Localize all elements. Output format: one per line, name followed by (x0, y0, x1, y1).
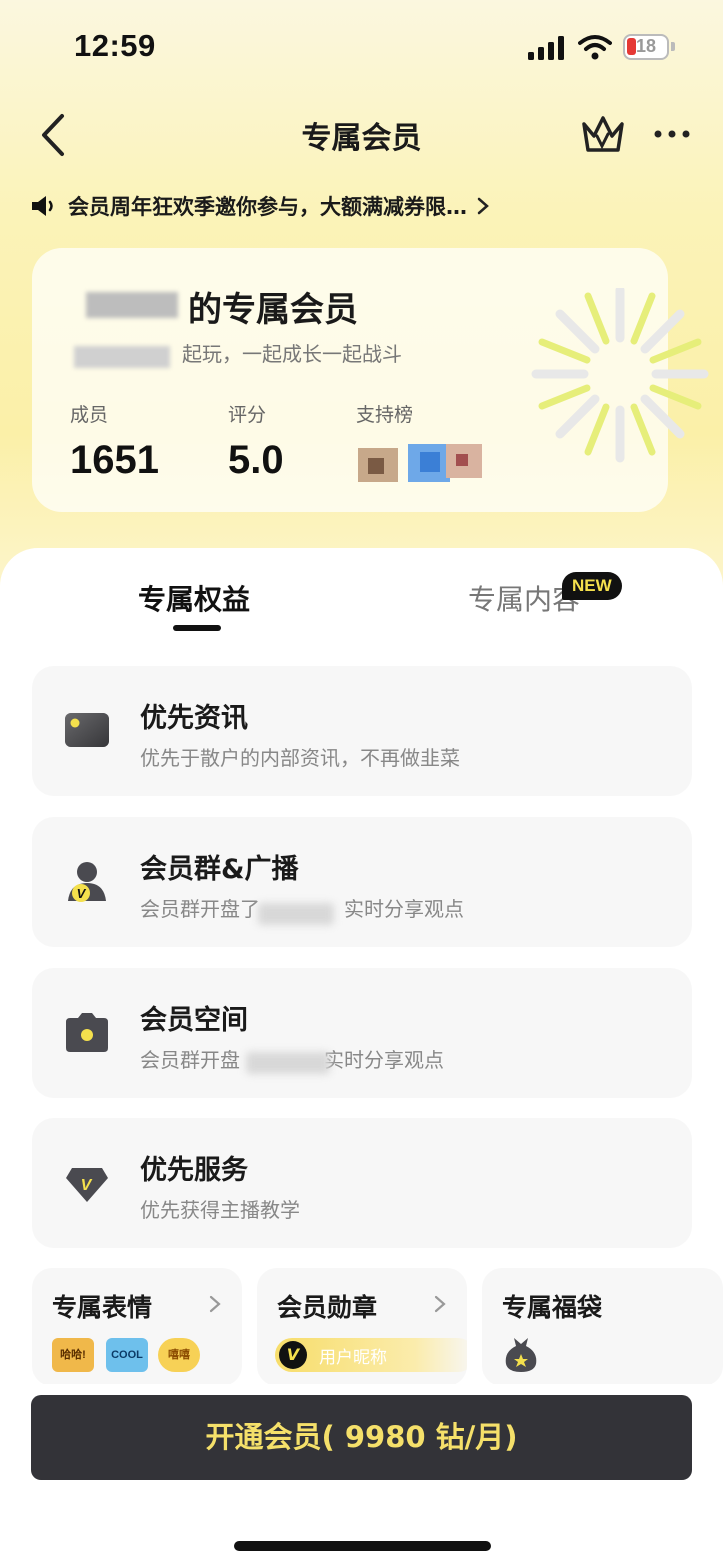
decorative-sunburst (531, 288, 709, 463)
speaker-icon (32, 196, 53, 216)
benefit-title: 会员群&广播 (140, 854, 299, 885)
benefit-priority-service[interactable]: V 优先服务 优先获得主播教学 (32, 1118, 692, 1248)
sticker-laugh: 嘻嘻 (158, 1338, 200, 1372)
stat-rating-value: 5.0 (228, 438, 284, 482)
benefit-desc-tail: 实时分享观点 (324, 1048, 444, 1072)
battery-icon: 18 (623, 34, 669, 60)
status-time: 12:59 (74, 28, 156, 63)
wifi-icon (578, 35, 612, 60)
announcement-text: 会员周年狂欢季邀你参与，大额满减券限… (68, 195, 467, 219)
battery-level: 18 (635, 36, 657, 56)
sticker-cool: COOL (106, 1338, 148, 1372)
new-badge: NEW (562, 572, 622, 600)
sticker-haha: 哈哈! (52, 1338, 94, 1372)
mini-card-medals[interactable]: 会员勋章 V 用户昵称 (257, 1268, 467, 1386)
svg-text:V: V (77, 886, 87, 901)
redacted-text (258, 903, 334, 925)
benefit-desc: 优先于散户的内部资讯，不再做韭菜 (140, 746, 460, 770)
mini-card-title: 会员勋章 (277, 1293, 378, 1322)
svg-text:V: V (81, 1177, 93, 1194)
benefit-desc-tail: 实时分享观点 (344, 897, 464, 921)
mini-card-lucky-bag[interactable]: 专属福袋 (482, 1268, 723, 1386)
tab-exclusive-benefits[interactable]: 专属权益 (138, 578, 250, 618)
stat-leaderboard-label[interactable]: 支持榜 (356, 400, 413, 427)
battery-tip (671, 42, 675, 51)
stat-rating-label: 评分 (228, 404, 267, 426)
home-indicator[interactable] (234, 1541, 491, 1551)
status-bar: 12:59 18 (0, 0, 723, 95)
medal-badge: V 用户昵称 (275, 1338, 467, 1372)
signal-icon (528, 36, 564, 60)
chevron-right-icon (209, 1295, 221, 1313)
more-options-icon[interactable] (652, 124, 692, 144)
benefit-member-space[interactable]: 会员空间 会员群开盘 实时分享观点 (32, 968, 692, 1098)
benefit-member-group[interactable]: V 会员群&广播 会员群开盘了 实时分享观点 (32, 817, 692, 947)
announcement-banner[interactable]: 会员周年狂欢季邀你参与，大额满减券限… (30, 188, 491, 224)
stat-members-label: 成员 (70, 404, 109, 426)
tab-active-indicator (173, 625, 221, 631)
redacted-avatar (86, 292, 178, 318)
member-group-icon: V (68, 862, 106, 902)
member-subtitle: 起玩，一起成长一起战斗 (182, 342, 402, 366)
subscribe-button[interactable]: 开通会员( 9980 钻/月) (31, 1395, 692, 1480)
redacted-text (246, 1052, 330, 1074)
camera-icon (66, 1013, 108, 1052)
benefit-desc: 优先获得主播教学 (140, 1198, 300, 1222)
lucky-bag-icon (505, 1338, 537, 1372)
medal-badge-text: 用户昵称 (319, 1348, 387, 1368)
benefit-priority-news[interactable]: 优先资讯 优先于散户的内部资讯，不再做韭菜 (32, 666, 692, 796)
benefit-title: 会员空间 (140, 1005, 248, 1036)
benefit-title: 优先服务 (140, 1155, 248, 1186)
mini-card-stickers[interactable]: 专属表情 哈哈! COOL 嘻嘻 (32, 1268, 242, 1386)
card-icon (65, 713, 109, 747)
redacted-name (74, 346, 170, 368)
v-badge-icon: V (279, 1341, 307, 1369)
benefit-desc-head: 会员群开盘 (140, 1048, 240, 1072)
crown-icon[interactable] (580, 114, 626, 156)
diamond-v-icon: V (66, 1168, 108, 1202)
supporter-avatars[interactable] (358, 444, 484, 482)
mini-card-title: 专属福袋 (502, 1293, 603, 1322)
mini-card-title: 专属表情 (52, 1293, 153, 1322)
benefit-desc-head: 会员群开盘了 (140, 897, 260, 921)
benefit-title: 优先资讯 (140, 703, 248, 734)
stat-members-value: 1651 (70, 438, 159, 482)
member-title: 的专属会员 (188, 290, 358, 330)
chevron-right-icon (477, 197, 489, 215)
chevron-right-icon (434, 1295, 446, 1313)
